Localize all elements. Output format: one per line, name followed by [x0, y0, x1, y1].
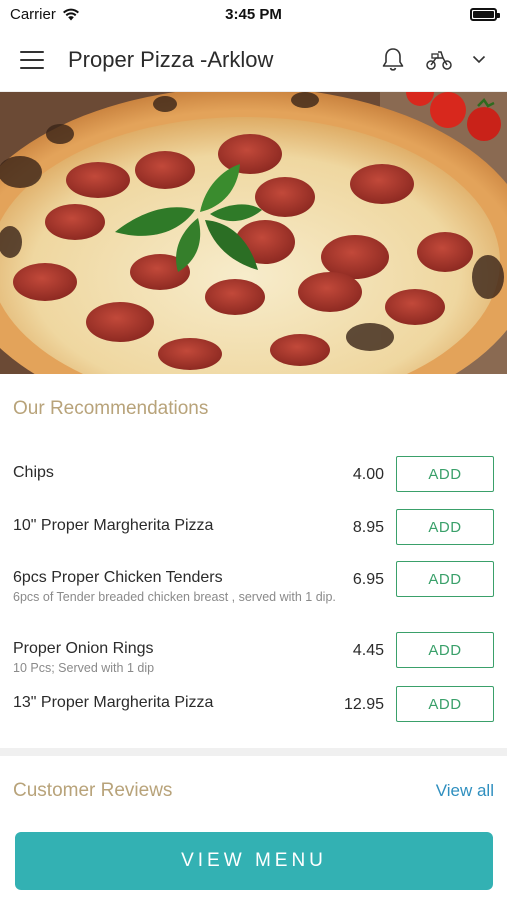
add-button[interactable]: ADD	[396, 561, 494, 597]
add-button[interactable]: ADD	[396, 509, 494, 545]
item-price: 4.00	[352, 466, 384, 483]
app-header: Proper Pizza -Arklow	[0, 28, 507, 92]
carrier-label: Carrier	[10, 5, 56, 23]
menu-item: 13" Proper Margherita Pizza 12.95 ADD	[13, 686, 494, 722]
view-all-link[interactable]: View all	[436, 781, 494, 801]
section-divider	[0, 748, 507, 756]
add-button[interactable]: ADD	[396, 632, 494, 668]
menu-item: Proper Onion Rings 10 Pcs; Served with 1…	[13, 632, 494, 676]
menu-icon[interactable]	[20, 50, 44, 69]
chevron-down-icon[interactable]	[471, 46, 487, 74]
header-actions	[379, 46, 487, 74]
reviews-section: Customer Reviews View all	[0, 756, 507, 826]
status-bar: Carrier 3:45 PM	[0, 0, 507, 28]
page-title: Proper Pizza -Arklow	[68, 46, 274, 72]
item-price: 12.95	[343, 696, 384, 713]
recommendations-title: Our Recommendations	[13, 398, 209, 419]
reviews-title: Customer Reviews	[13, 780, 173, 801]
view-menu-button[interactable]: VIEW MENU	[15, 832, 493, 890]
item-price: 6.95	[352, 571, 384, 588]
menu-item: 10" Proper Margherita Pizza 8.95 ADD	[13, 509, 494, 545]
hero-pizza-image	[0, 92, 507, 374]
recommendations-section: Our Recommendations Chips 4.00 ADD 10" P…	[0, 374, 507, 748]
wifi-icon	[62, 8, 79, 20]
item-description: 10 Pcs; Served with 1 dip	[13, 661, 155, 675]
bell-icon[interactable]	[379, 46, 407, 74]
menu-item: 6pcs Proper Chicken Tenders 6pcs of Tend…	[13, 561, 494, 605]
add-button[interactable]: ADD	[396, 686, 494, 722]
item-description: 6pcs of Tender breaded chicken breast , …	[13, 590, 336, 604]
scooter-icon[interactable]	[425, 46, 453, 74]
item-price: 8.95	[352, 519, 384, 536]
add-button[interactable]: ADD	[396, 456, 494, 492]
status-left: Carrier	[10, 6, 80, 23]
battery-icon	[470, 7, 500, 21]
item-price: 4.45	[352, 642, 384, 659]
menu-item: Chips 4.00 ADD	[13, 456, 494, 492]
